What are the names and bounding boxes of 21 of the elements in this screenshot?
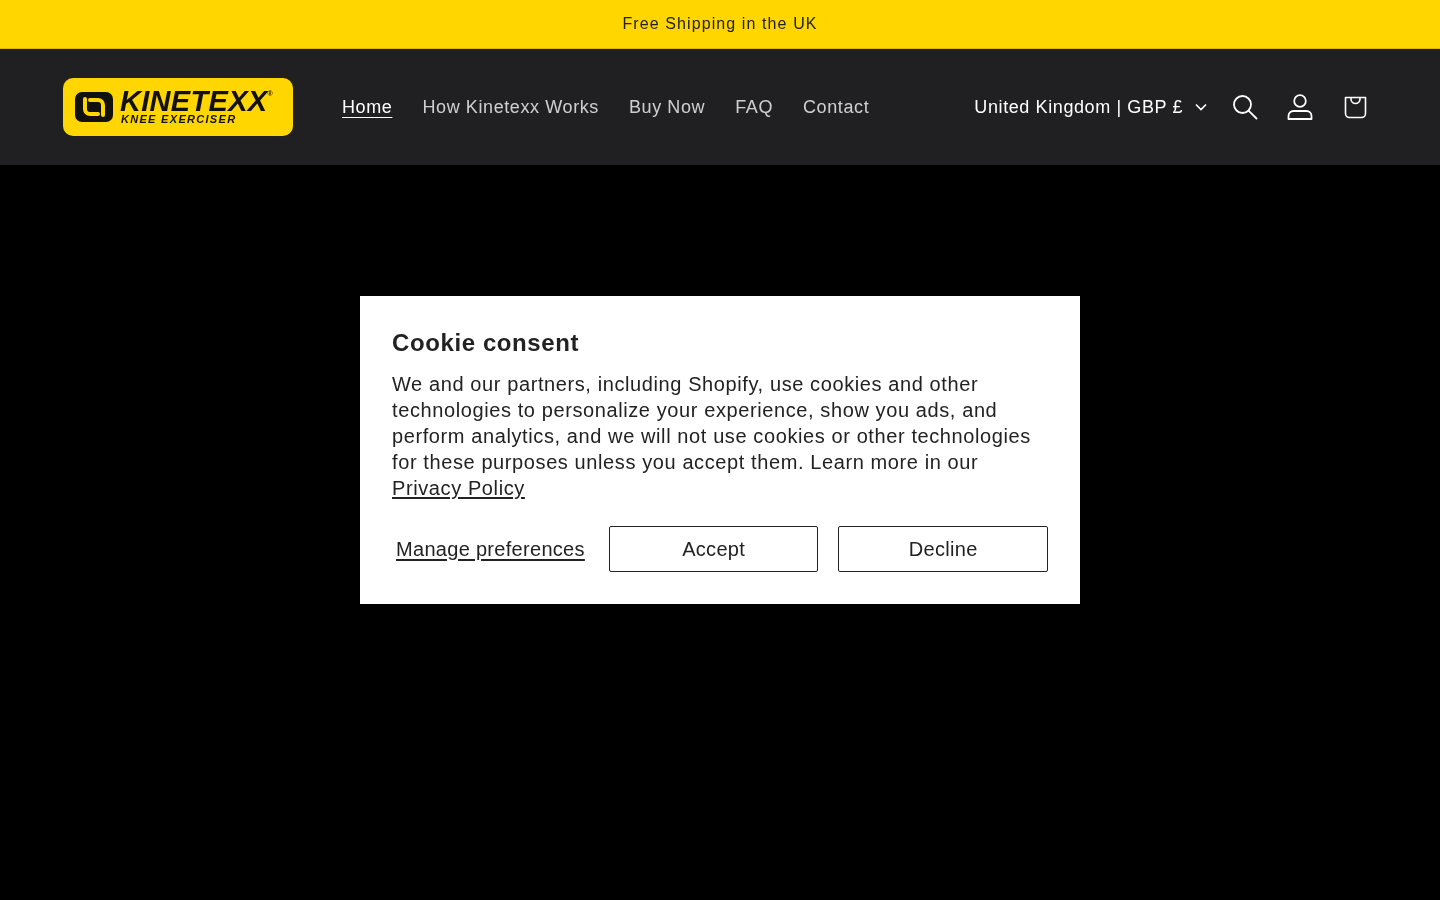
logo-mark-icon xyxy=(75,92,113,122)
dialog-button[interactable]: Decline xyxy=(838,526,1048,572)
nav-link[interactable]: How Kinetexx Works xyxy=(422,96,599,118)
logo-wordmark: KINETEXX$^{®}$ xyxy=(120,89,273,113)
country-selector[interactable]: United Kingdom | GBP £ xyxy=(974,96,1207,118)
nav-link[interactable]: Buy Now xyxy=(628,96,706,118)
user-icon[interactable] xyxy=(1287,94,1313,120)
nav-link[interactable]: Home xyxy=(342,96,393,118)
consent-text: We and our partners, including Shopify, use cookies and other technologies to personalize your experience, show you ads, and perform analytics, and we will not use cookies or other technologies for these purposes unless you accept them. Learn more in our Privacy Policy xyxy=(392,372,1032,501)
logo[interactable]: KINETEXX$^{®}$ KNEE EXERCISER xyxy=(63,78,293,136)
manage-preferences-link[interactable]: Manage preferences xyxy=(392,537,589,561)
nav-link[interactable]: FAQ xyxy=(735,96,773,118)
dialog-title: Cookie consent xyxy=(392,328,581,358)
privacy-policy-link[interactable]: Privacy Policy xyxy=(392,477,525,499)
logo-tagline: KNEE EXERCISER xyxy=(121,113,237,125)
search-icon[interactable] xyxy=(1232,94,1258,120)
announcement-text: Free Shipping in the UK xyxy=(622,15,818,33)
shopping-bag-icon[interactable] xyxy=(1343,95,1367,119)
chevron-down-icon xyxy=(1195,103,1207,111)
dialog-button[interactable]: Accept xyxy=(608,526,819,572)
nav-link[interactable]: Contact xyxy=(803,96,870,118)
